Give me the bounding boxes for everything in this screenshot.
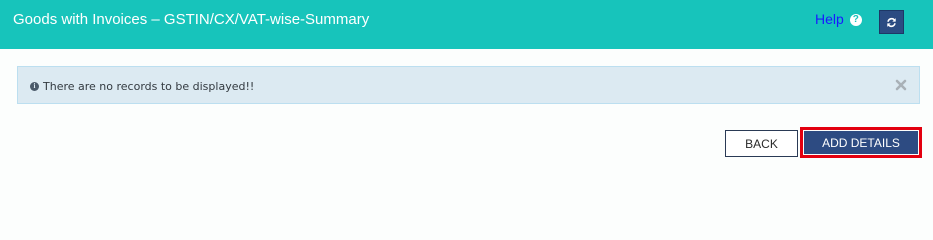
info-icon: i [30, 82, 39, 91]
close-icon[interactable] [894, 78, 908, 92]
back-button[interactable]: BACK [725, 130, 798, 157]
alert-message: There are no records to be displayed!! [43, 80, 255, 93]
help-link[interactable]: Help ? [815, 11, 862, 28]
refresh-icon [887, 17, 896, 27]
help-label: Help [815, 11, 844, 27]
add-details-highlight: ADD DETAILS [800, 127, 922, 158]
header-bar: Goods with Invoices – GSTIN/CX/VAT-wise-… [0, 0, 933, 49]
add-details-button[interactable]: ADD DETAILS [804, 131, 918, 154]
page-title: Goods with Invoices – GSTIN/CX/VAT-wise-… [13, 11, 370, 28]
refresh-button[interactable] [879, 10, 904, 34]
question-circle-icon: ? [849, 13, 862, 26]
no-records-alert: i There are no records to be displayed!! [17, 66, 920, 104]
